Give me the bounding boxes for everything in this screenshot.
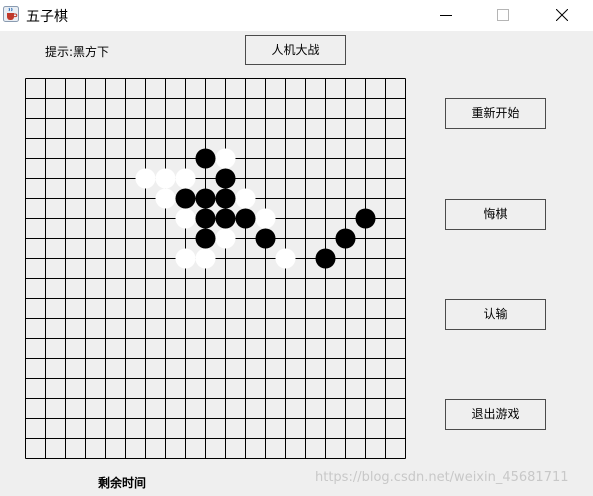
maximize-icon (497, 9, 509, 21)
black-stone (195, 188, 216, 209)
white-stone (235, 188, 256, 209)
black-stone (235, 208, 256, 229)
white-stone (175, 208, 196, 229)
black-stone (175, 188, 196, 209)
black-stone (355, 208, 376, 229)
minimize-button[interactable] (423, 0, 469, 31)
white-stone (195, 248, 216, 269)
black-stone (195, 148, 216, 169)
black-stone (215, 168, 236, 189)
restart-button[interactable]: 重新开始 (445, 98, 546, 129)
window-title: 五子棋 (26, 9, 68, 25)
pvc-mode-button[interactable]: 人机大战 (245, 35, 346, 65)
black-stone (215, 208, 236, 229)
white-stone (135, 168, 156, 189)
white-stone (175, 168, 196, 189)
white-stone (155, 168, 176, 189)
black-stone (255, 228, 276, 249)
black-stone (195, 208, 216, 229)
black-stone (315, 248, 336, 269)
white-stone (155, 188, 176, 209)
minimize-icon (440, 15, 452, 16)
maximize-button[interactable] (480, 0, 526, 31)
remaining-time-label: 剩余时间 (98, 476, 147, 490)
white-stone (215, 148, 236, 169)
exit-game-button[interactable]: 退出游戏 (445, 399, 546, 430)
java-cup-icon (3, 6, 19, 22)
close-icon (556, 9, 568, 21)
stones-layer (135, 148, 376, 269)
turn-hint: 提示:黑方下 (45, 45, 110, 59)
white-stone (275, 248, 296, 269)
black-stone (195, 228, 216, 249)
close-button[interactable] (539, 0, 585, 31)
black-stone (335, 228, 356, 249)
white-stone (175, 248, 196, 269)
black-stone (215, 188, 236, 209)
resign-button[interactable]: 认输 (445, 299, 546, 330)
watermark: https://blog.csdn.net/weixin_45681711 (315, 470, 569, 485)
undo-button[interactable]: 悔棋 (445, 199, 546, 230)
title-bar: 五子棋 (0, 0, 593, 31)
white-stone (255, 208, 276, 229)
white-stone (215, 228, 236, 249)
game-board[interactable] (25, 78, 406, 459)
board-grid (25, 78, 406, 459)
